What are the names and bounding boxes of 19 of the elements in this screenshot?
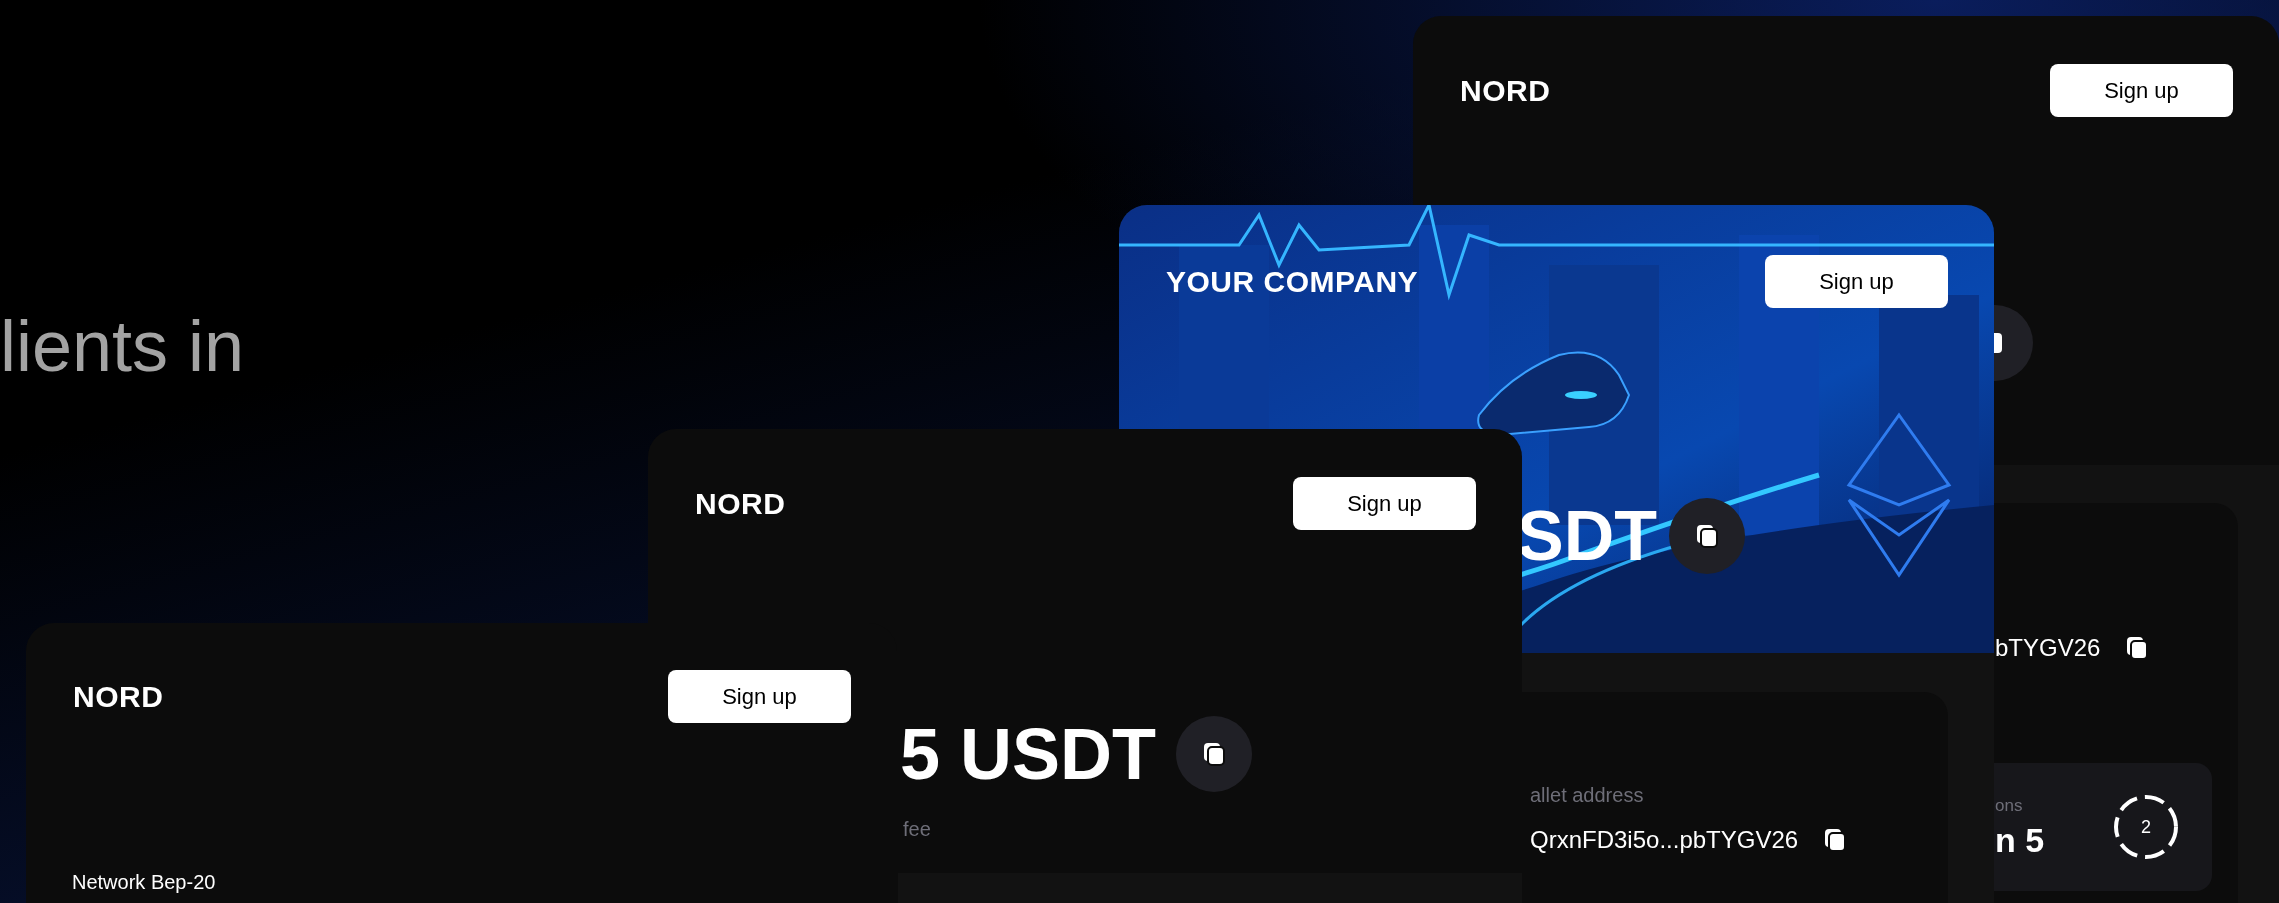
- wallet-address: QrxnFD3i5o...pbTYGV26: [1530, 825, 1799, 855]
- ring-number: 2: [2141, 815, 2151, 839]
- sign-up-button[interactable]: Sign up: [668, 670, 851, 723]
- brand-logo: NORD: [73, 679, 164, 715]
- fee-label: fee: [902, 817, 932, 842]
- amount: SDT: [1517, 501, 1657, 571]
- brand-logo: YOUR COMPANY: [1166, 264, 1419, 300]
- wallet-label: allet address: [1530, 783, 1645, 808]
- brand-logo: NORD: [1460, 73, 1551, 109]
- headline: lients in: [0, 305, 245, 388]
- sign-up-button[interactable]: Sign up: [1293, 477, 1476, 530]
- brand-logo: NORD: [695, 486, 786, 522]
- amount: 5 USDT: [900, 718, 1157, 790]
- wallet-address: bTYGV26: [1995, 633, 2101, 663]
- sign-up-button[interactable]: Sign up: [1765, 255, 1948, 308]
- confirmations-value: n 5: [1995, 819, 2045, 861]
- network-label: Network Bep-20: [71, 870, 217, 895]
- confirmations-label: ons: [1995, 795, 2024, 817]
- sign-up-button[interactable]: Sign up: [2050, 64, 2233, 117]
